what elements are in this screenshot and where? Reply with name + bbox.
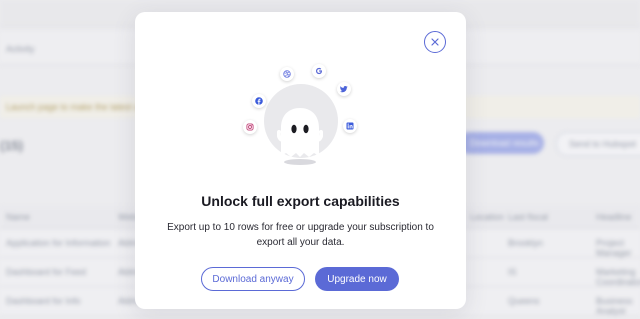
export-upgrade-modal: Unlock full export capabilities Export u… (135, 12, 466, 309)
upgrade-now-button[interactable]: Upgrade now (315, 267, 399, 291)
twitter-icon (337, 82, 351, 96)
instagram-icon (243, 120, 257, 134)
export-illustration (135, 12, 466, 187)
dribbble-icon (280, 67, 294, 81)
ghost-icon (277, 108, 323, 165)
modal-title: Unlock full export capabilities (201, 193, 400, 209)
facebook-icon (252, 94, 266, 108)
google-icon (312, 64, 326, 78)
download-anyway-button[interactable]: Download anyway (201, 267, 305, 291)
linkedin-icon (343, 119, 357, 133)
modal-description: Export up to 10 rows for free or upgrade… (167, 222, 434, 248)
